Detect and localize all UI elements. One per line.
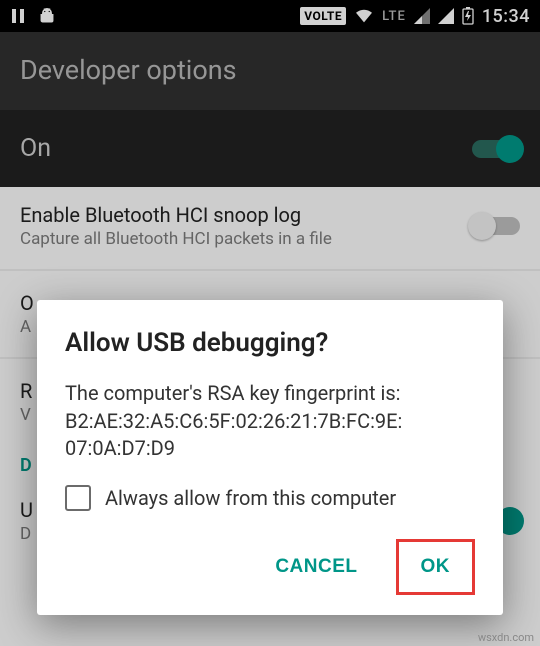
always-allow-row[interactable]: Always allow from this computer xyxy=(65,485,475,511)
watermark: wsxdn.com xyxy=(478,631,534,644)
dialog-scrim[interactable]: Allow USB debugging? The computer's RSA … xyxy=(0,0,540,646)
ok-highlight: OK xyxy=(396,539,476,595)
always-allow-label: Always allow from this computer xyxy=(105,486,396,510)
ok-button[interactable]: OK xyxy=(399,542,473,592)
dialog-title: Allow USB debugging? xyxy=(65,328,475,358)
always-allow-checkbox[interactable] xyxy=(65,485,91,511)
usb-debugging-dialog: Allow USB debugging? The computer's RSA … xyxy=(37,300,503,615)
cancel-button[interactable]: CANCEL xyxy=(255,542,377,592)
dialog-actions: CANCEL OK xyxy=(65,535,475,601)
dialog-message: The computer's RSA key fingerprint is:B2… xyxy=(65,380,475,463)
screen: VOLTE LTE 15:34 Developer options On xyxy=(0,0,540,646)
